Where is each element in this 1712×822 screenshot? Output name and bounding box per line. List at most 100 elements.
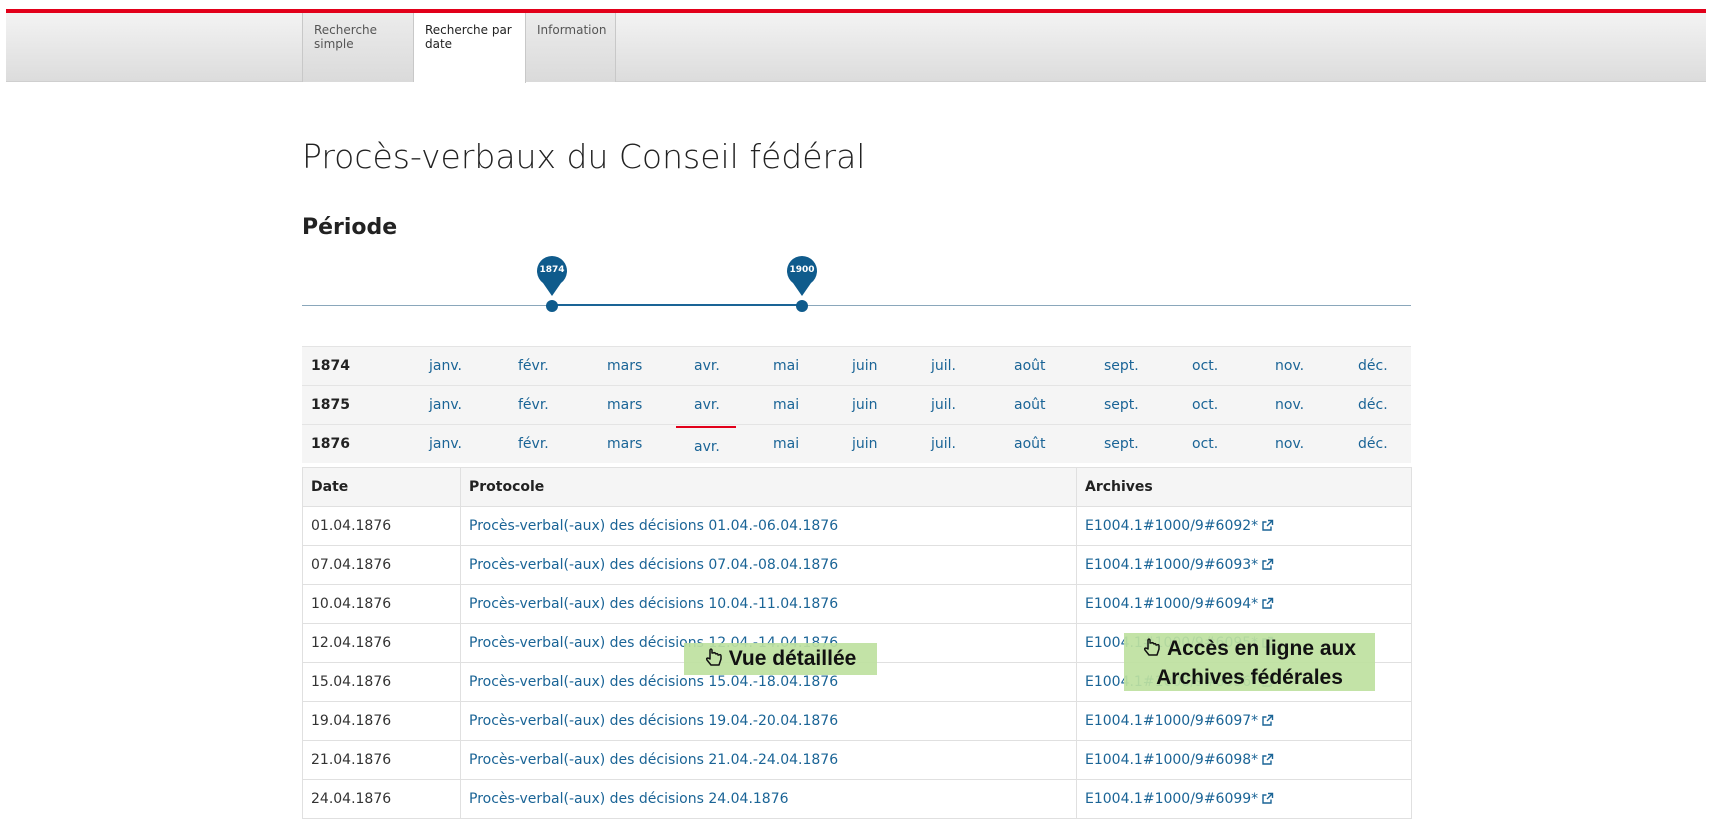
slider-min-handle[interactable]	[546, 300, 558, 312]
month-link[interactable]: juil.	[931, 358, 956, 374]
month-link[interactable]: mars	[607, 436, 642, 452]
month-link[interactable]: mars	[607, 358, 642, 374]
period-slider[interactable]: 1874 1900	[302, 255, 1411, 315]
app-frame: Recherche simple Recherche par date Info…	[0, 0, 1712, 822]
archive-reference: E1004.1#1000/9#6098*	[1085, 752, 1259, 768]
external-link-icon	[1262, 597, 1274, 609]
protocol-link[interactable]: Procès-verbal(-aux) des décisions 01.04.…	[469, 518, 838, 534]
external-link-icon	[1262, 714, 1274, 726]
month-link[interactable]: oct.	[1192, 358, 1218, 374]
row-date: 12.04.1876	[302, 623, 461, 663]
table-row: 24.04.1876 Procès-verbal(-aux) des décisi…	[302, 779, 1412, 819]
column-header-archives: Archives	[1076, 467, 1412, 507]
table-row: 19.04.1876 Procès-verbal(-aux) des décisi…	[302, 701, 1412, 741]
month-link[interactable]: nov.	[1275, 397, 1304, 413]
row-date: 10.04.1876	[302, 584, 461, 624]
row-date: 07.04.1876	[302, 545, 461, 585]
row-protocol-cell: Procès-verbal(-aux) des décisions 07.04.…	[460, 545, 1077, 585]
month-link[interactable]: sept.	[1104, 358, 1139, 374]
detail-view-callout-text: Vue détaillée	[728, 647, 857, 670]
month-link[interactable]: févr.	[518, 358, 549, 374]
protocol-link[interactable]: Procès-verbal(-aux) des décisions 24.04.…	[469, 791, 789, 807]
external-link-icon	[1262, 792, 1274, 804]
table-row: 10.04.1876 Procès-verbal(-aux) des décisi…	[302, 584, 1412, 624]
month-link[interactable]: juin	[852, 436, 878, 452]
slider-track[interactable]	[302, 305, 1411, 306]
tab-information[interactable]: Information	[526, 13, 616, 82]
slider-max-handle[interactable]	[796, 300, 808, 312]
protocol-link[interactable]: Procès-verbal(-aux) des décisions 21.04.…	[469, 752, 838, 768]
month-link[interactable]: janv.	[429, 397, 462, 413]
month-link[interactable]: oct.	[1192, 397, 1218, 413]
table-row: 21.04.1876 Procès-verbal(-aux) des décisi…	[302, 740, 1412, 780]
month-link[interactable]: déc.	[1358, 397, 1388, 413]
archive-link[interactable]: E1004.1#1000/9#6098*	[1085, 752, 1274, 768]
tab-date-search[interactable]: Recherche par date	[414, 13, 526, 83]
month-link[interactable]: déc.	[1358, 436, 1388, 452]
month-link[interactable]: mai	[773, 436, 799, 452]
tab-bar: Recherche simple Recherche par date Info…	[302, 13, 616, 83]
month-link[interactable]: juin	[852, 358, 878, 374]
period-heading: Période	[302, 215, 398, 240]
year-row: 1876 janv. févr. mars avr. mai juin juil. août s…	[302, 424, 1411, 463]
top-navigation-bar	[6, 9, 1706, 82]
month-link[interactable]: oct.	[1192, 436, 1218, 452]
month-link[interactable]: sept.	[1104, 397, 1139, 413]
month-link[interactable]: juil.	[931, 397, 956, 413]
month-link[interactable]: nov.	[1275, 436, 1304, 452]
archive-link[interactable]: E1004.1#1000/9#6099*	[1085, 791, 1274, 807]
archives-access-callout: Accès en ligne aux Archives fédérales	[1124, 633, 1375, 691]
archive-link[interactable]: E1004.1#1000/9#6094*	[1085, 596, 1274, 612]
month-link[interactable]: févr.	[518, 397, 549, 413]
month-link[interactable]: déc.	[1358, 358, 1388, 374]
month-link[interactable]: nov.	[1275, 358, 1304, 374]
month-link[interactable]: mars	[607, 397, 642, 413]
protocol-link[interactable]: Procès-verbal(-aux) des décisions 15.04.…	[469, 674, 838, 690]
map-pin-icon	[787, 256, 817, 296]
row-protocol-cell: Procès-verbal(-aux) des décisions 24.04.…	[460, 779, 1077, 819]
month-link[interactable]: févr.	[518, 436, 549, 452]
archive-link[interactable]: E1004.1#1000/9#6097*	[1085, 713, 1274, 729]
month-link[interactable]: juin	[852, 397, 878, 413]
row-protocol-cell: Procès-verbal(-aux) des décisions 01.04.…	[460, 506, 1077, 546]
row-date: 24.04.1876	[302, 779, 461, 819]
pointing-hand-icon	[705, 648, 725, 675]
month-link[interactable]: avr.	[694, 439, 720, 455]
protocol-link[interactable]: Procès-verbal(-aux) des décisions 10.04.…	[469, 596, 838, 612]
archive-link[interactable]: E1004.1#1000/9#6093*	[1085, 557, 1274, 573]
month-link[interactable]: janv.	[429, 358, 462, 374]
slider-min-pin[interactable]: 1874	[536, 255, 568, 297]
table-row: 01.04.1876 Procès-verbal(-aux) des décisi…	[302, 506, 1412, 546]
page-title: Procès-verbaux du Conseil fédéral	[302, 137, 866, 176]
month-link[interactable]: août	[1014, 397, 1046, 413]
protocol-link[interactable]: Procès-verbal(-aux) des décisions 07.04.…	[469, 557, 838, 573]
row-protocol-cell: Procès-verbal(-aux) des décisions 21.04.…	[460, 740, 1077, 780]
month-link[interactable]: août	[1014, 436, 1046, 452]
archive-reference: E1004.1#1000/9#6092*	[1085, 518, 1259, 534]
row-protocol-cell: Procès-verbal(-aux) des décisions 10.04.…	[460, 584, 1077, 624]
column-header-date: Date	[302, 467, 461, 507]
row-date: 21.04.1876	[302, 740, 461, 780]
month-link[interactable]: août	[1014, 358, 1046, 374]
archive-reference: E1004.1#1000/9#6097*	[1085, 713, 1259, 729]
tab-simple-search[interactable]: Recherche simple	[302, 13, 414, 82]
month-link[interactable]: janv.	[429, 436, 462, 452]
month-link[interactable]: avr.	[694, 358, 720, 374]
month-link[interactable]: sept.	[1104, 436, 1139, 452]
row-archive-cell: E1004.1#1000/9#6098*	[1076, 740, 1412, 780]
map-pin-icon	[537, 256, 567, 296]
row-archive-cell: E1004.1#1000/9#6092*	[1076, 506, 1412, 546]
year-label: 1874	[311, 358, 350, 374]
slider-selected-range	[552, 304, 802, 306]
slider-max-pin[interactable]: 1900	[786, 255, 818, 297]
month-link[interactable]: mai	[773, 397, 799, 413]
slider-min-label: 1874	[539, 265, 565, 275]
archive-link[interactable]: E1004.1#1000/9#6092*	[1085, 518, 1274, 534]
month-link[interactable]: mai	[773, 358, 799, 374]
month-link[interactable]: juil.	[931, 436, 956, 452]
row-archive-cell: E1004.1#1000/9#6097*	[1076, 701, 1412, 741]
month-link[interactable]: avr.	[694, 397, 720, 413]
protocol-link[interactable]: Procès-verbal(-aux) des décisions 19.04.…	[469, 713, 838, 729]
row-archive-cell: E1004.1#1000/9#6094*	[1076, 584, 1412, 624]
archive-reference: E1004.1#1000/9#6093*	[1085, 557, 1259, 573]
